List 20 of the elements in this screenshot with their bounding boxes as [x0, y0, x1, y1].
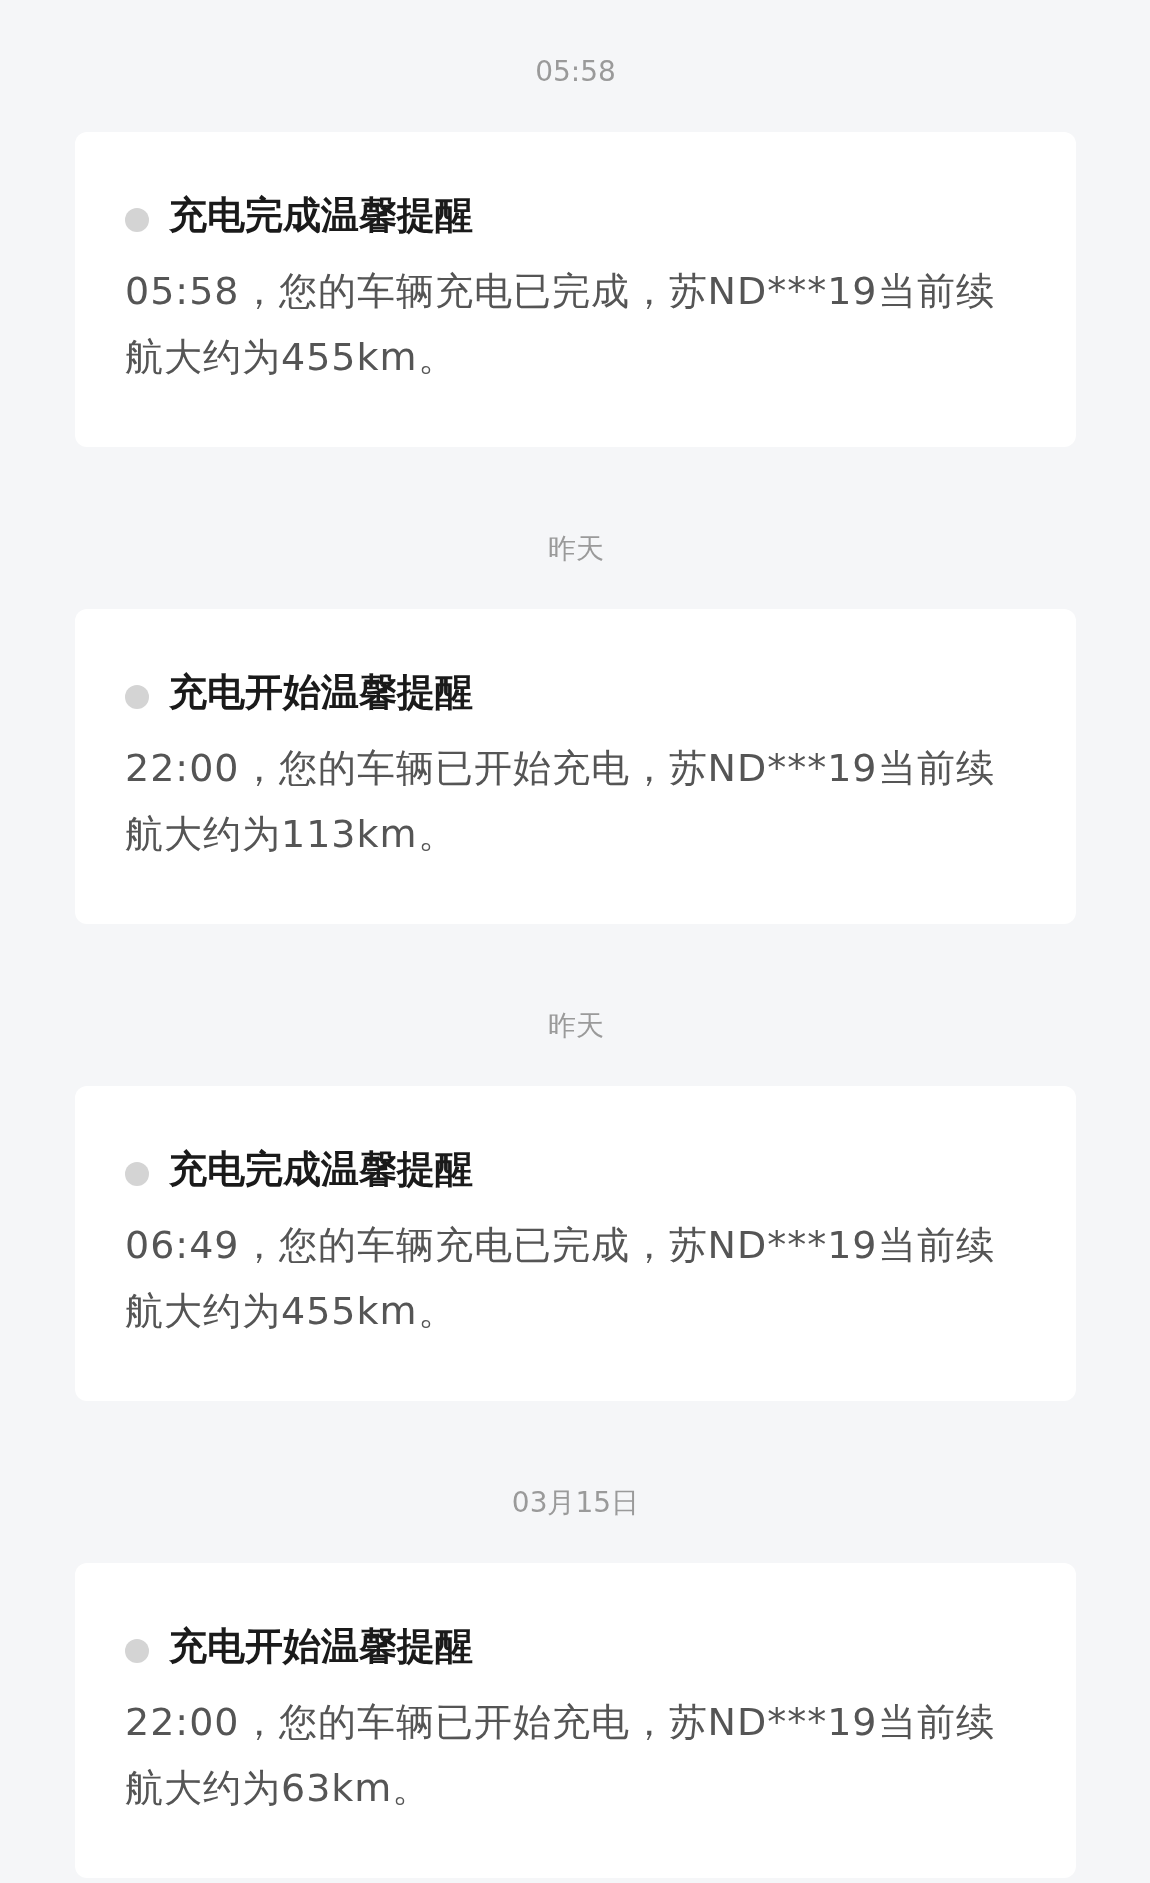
message-card[interactable]: 充电开始温馨提醒 22:00，您的车辆已开始充电，苏ND***19当前续航大约为63km。 [75, 1563, 1076, 1878]
dot-icon [125, 1162, 149, 1186]
message-card[interactable]: 充电完成温馨提醒 06:49，您的车辆充电已完成，苏ND***19当前续航大约为455km。 [75, 1086, 1076, 1401]
dot-icon [125, 1639, 149, 1663]
message-body: 06:49，您的车辆充电已完成，苏ND***19当前续航大约为455km。 [125, 1222, 996, 1335]
message-body: 05:58，您的车辆充电已完成，苏ND***19当前续航大约为455km。 [125, 268, 996, 381]
message-body: 22:00，您的车辆已开始充电，苏ND***19当前续航大约为113km。 [125, 745, 996, 858]
message-body: 22:00，您的车辆已开始充电，苏ND***19当前续航大约为63km。 [125, 1699, 996, 1812]
message-title: 充电开始温馨提醒 [169, 1623, 473, 1670]
message-card[interactable]: 充电开始温馨提醒 22:00，您的车辆已开始充电，苏ND***19当前续航大约为113km。 [75, 609, 1076, 924]
message-title: 充电完成温馨提醒 [169, 192, 473, 239]
time-label: 05:58 [535, 54, 616, 90]
message-card[interactable]: 充电完成温馨提醒 05:58，您的车辆充电已完成，苏ND***19当前续航大约为455km。 [75, 132, 1076, 447]
time-label: 03月15日 [511, 1485, 640, 1521]
dot-icon [125, 685, 149, 709]
message-title: 充电开始温馨提醒 [169, 669, 473, 716]
dot-icon [125, 208, 149, 232]
time-label: 昨天 [547, 531, 604, 567]
time-label: 昨天 [547, 1008, 604, 1044]
message-title: 充电完成温馨提醒 [169, 1146, 473, 1193]
